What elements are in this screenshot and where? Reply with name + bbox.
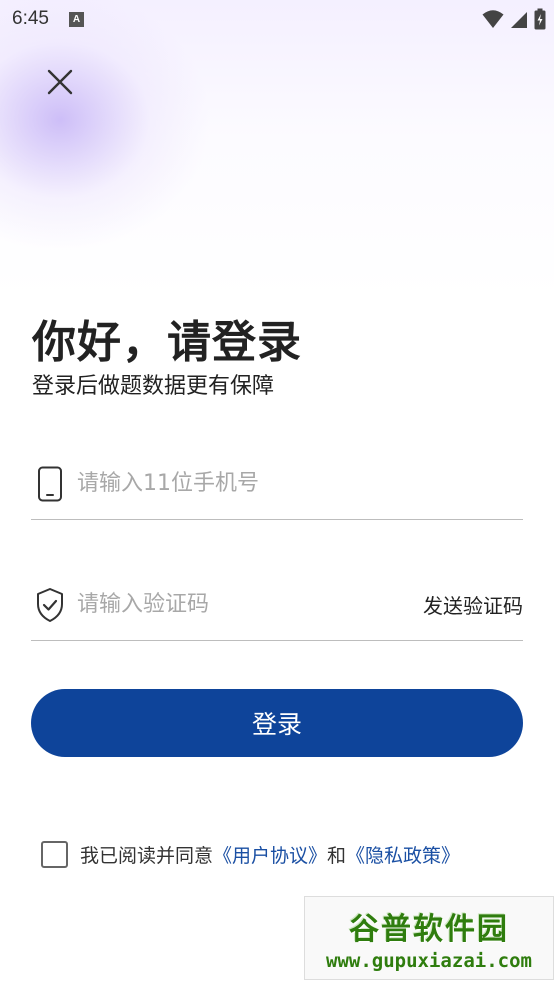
signal-icon: [511, 12, 527, 28]
send-code-button[interactable]: 发送验证码: [423, 590, 523, 619]
user-agreement-link[interactable]: 《用户协议》: [213, 841, 327, 868]
privacy-policy-link[interactable]: 《隐私政策》: [346, 841, 460, 868]
page-title: 你好，请登录: [32, 317, 302, 368]
watermark-url: www.gupuxiazai.com: [326, 950, 532, 972]
status-time: 6:45: [12, 8, 49, 29]
agreement-prefix: 我已阅读并同意: [80, 845, 214, 867]
code-field: 发送验证码: [31, 569, 523, 641]
status-icons: [482, 8, 546, 30]
agreement-row: 我已阅读并同意 《用户协议》 和 《隐私政策》: [41, 841, 460, 868]
close-icon: [47, 69, 73, 95]
login-button[interactable]: 登录: [31, 689, 523, 757]
status-bar: 6:45 A: [0, 0, 554, 38]
battery-icon: [534, 8, 546, 30]
notification-badge-icon: A: [68, 11, 84, 27]
phone-field: [31, 448, 523, 520]
code-input[interactable]: [77, 592, 423, 617]
agreement-and: 和: [327, 845, 347, 867]
watermark: 谷普软件园 www.gupuxiazai.com: [304, 896, 554, 980]
page-subtitle: 登录后做题数据更有保障: [32, 374, 275, 399]
phone-icon: [33, 466, 67, 502]
watermark-title: 谷普软件园: [349, 912, 509, 947]
agreement-checkbox[interactable]: [41, 841, 68, 868]
wifi-icon: [482, 10, 504, 28]
background-gradient: [0, 0, 554, 300]
phone-input[interactable]: [77, 471, 523, 496]
close-button[interactable]: [36, 58, 84, 106]
shield-check-icon: [33, 587, 67, 623]
